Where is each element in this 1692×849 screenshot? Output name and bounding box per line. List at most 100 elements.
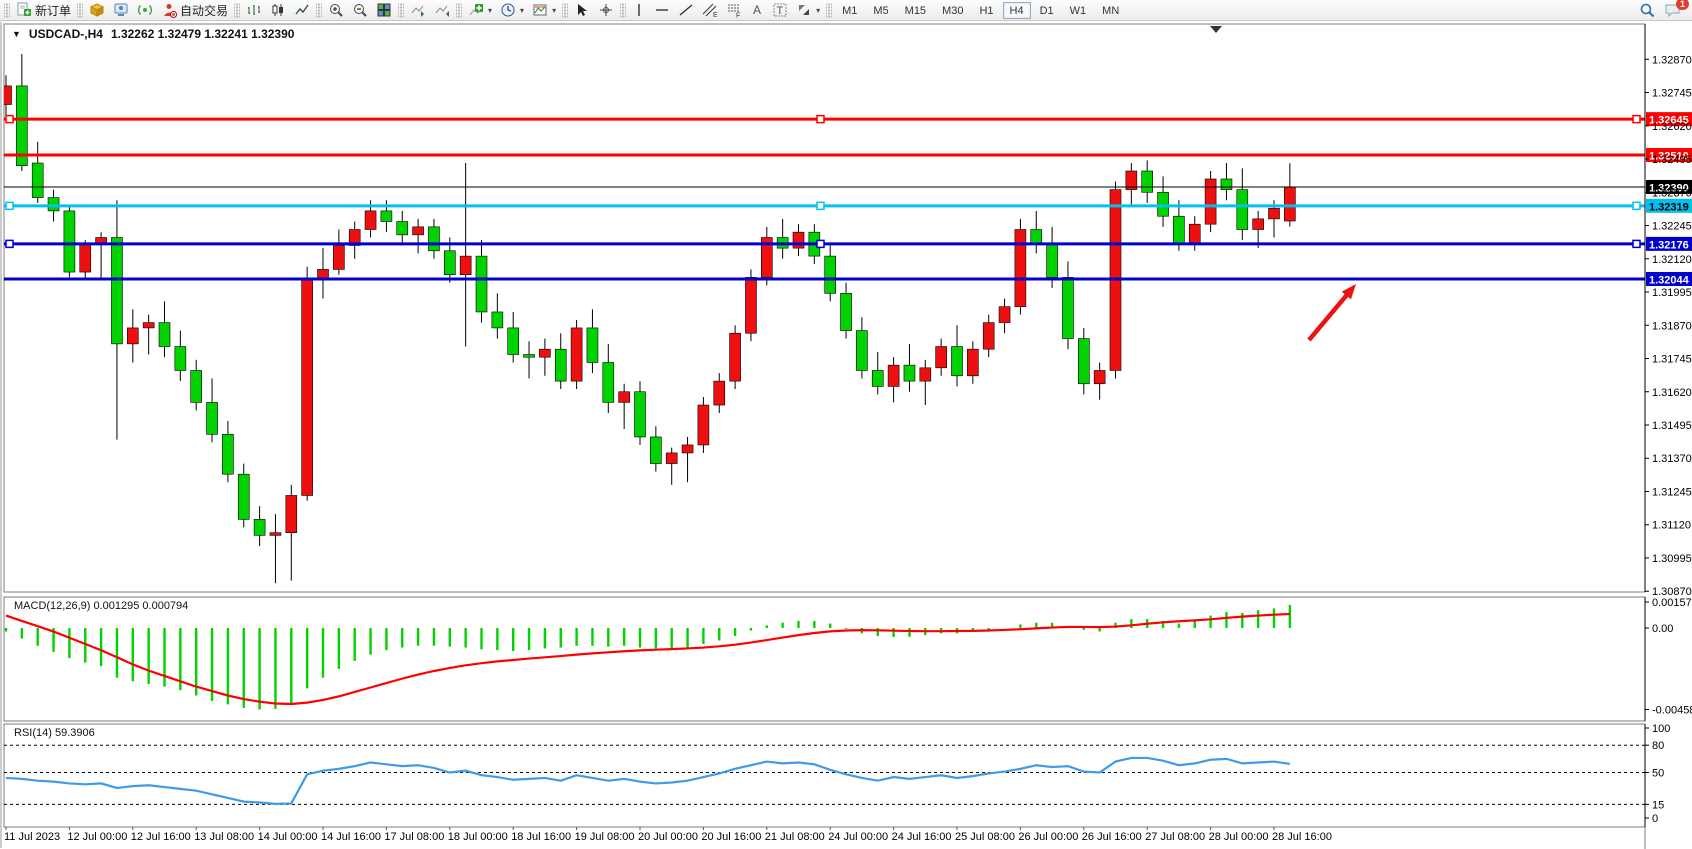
time-tick-label: 11 Jul 2023 [4, 831, 60, 843]
price-tag-label: 1.32319 [1649, 201, 1689, 213]
chart-shift-marker[interactable] [1210, 26, 1222, 33]
macd-signal-line [6, 614, 1290, 704]
chart-window[interactable]: 1.32645 1.32510 1.32390 1.32319 1.32176 1.320… [0, 22, 1692, 849]
horizontal-line-object[interactable]: 1.32044 [4, 272, 1692, 287]
indicators-icon [468, 2, 484, 18]
timeframe-d1-button[interactable]: D1 [1033, 2, 1061, 19]
terminal-button[interactable] [109, 1, 133, 20]
macd-tick-label: -0.004588 [1652, 704, 1692, 716]
line-handle[interactable] [817, 116, 824, 123]
candle-body [1189, 224, 1200, 243]
line-handle[interactable] [817, 202, 824, 209]
zoom-out-icon [352, 2, 368, 18]
chart-canvas[interactable]: 1.32645 1.32510 1.32390 1.32319 1.32176 1.320… [0, 22, 1692, 849]
timeframe-m1-button[interactable]: M1 [835, 2, 864, 19]
line-handle[interactable] [6, 116, 13, 123]
candle-body [32, 163, 43, 198]
horizontal-line-object[interactable]: 1.32645 [4, 112, 1692, 127]
time-tick-label: 20 Jul 16:00 [701, 831, 761, 843]
price-tick-label: 1.31620 [1652, 387, 1692, 399]
candle-body [1237, 190, 1248, 230]
time-tick-label: 20 Jul 00:00 [638, 831, 698, 843]
search-icon[interactable] [1639, 2, 1656, 19]
horizontal-line-object[interactable]: 1.32176 [4, 237, 1692, 252]
price-tick-label: 1.32370 [1652, 187, 1692, 199]
candle-body [714, 381, 725, 405]
bar-chart-icon [246, 2, 262, 18]
candle-body [635, 392, 646, 437]
trend-arrow-annotation[interactable] [1309, 284, 1356, 340]
price-tick-label: 1.31120 [1652, 520, 1691, 532]
candlestick-mode-button[interactable] [266, 1, 290, 20]
fibonacci-tool-button[interactable]: F [722, 1, 746, 20]
zoom-out-button[interactable] [348, 1, 372, 20]
candle-body [698, 405, 709, 445]
line-chart-mode-button[interactable] [290, 1, 314, 20]
ohlc-values: 1.32262 1.32479 1.32241 1.32390 [111, 27, 295, 41]
price-tick-label: 1.32620 [1652, 121, 1692, 133]
macd-indicator-label: MACD(12,26,9) 0.001295 0.000794 [14, 600, 188, 612]
autotrade-button[interactable]: 自动交易 [157, 1, 232, 20]
window-menu-icon[interactable]: ▼ [12, 29, 21, 39]
line-handle[interactable] [6, 240, 13, 247]
horizontal-line-object[interactable]: 1.32510 [4, 148, 1692, 163]
line-handle[interactable] [1633, 116, 1640, 123]
timeframe-m15-button[interactable]: M15 [898, 2, 933, 19]
timeframe-m30-button[interactable]: M30 [935, 2, 970, 19]
market-watch-button[interactable] [85, 1, 109, 20]
signal-button[interactable] [133, 1, 157, 20]
candle-body [983, 323, 994, 350]
tile-windows-button[interactable] [372, 1, 396, 20]
horizontal-line-object[interactable]: 1.32390 [4, 180, 1692, 195]
bar-chart-mode-button[interactable] [242, 1, 266, 20]
cursor-icon [574, 2, 590, 18]
svg-text:E: E [713, 12, 718, 18]
vertical-line-tool-button[interactable] [628, 1, 650, 20]
chart-shift-button[interactable] [430, 1, 454, 20]
rsi-indicator-label: RSI(14) 59.3906 [14, 727, 95, 739]
new-order-label: 新订单 [35, 2, 71, 19]
candle-body [111, 237, 122, 343]
arrows-tool-button[interactable]: ▾ [792, 1, 824, 20]
fibonacci-icon: F [726, 2, 742, 18]
macd-plot [6, 605, 1290, 710]
trendline-tool-button[interactable] [674, 1, 698, 20]
equidistant-channel-icon: E [702, 2, 718, 18]
candle-body [1142, 171, 1153, 192]
line-handle[interactable] [1633, 202, 1640, 209]
mt4-application: { "toolbar": { "new_order_label": "新订单",… [0, 0, 1692, 849]
auto-scroll-button[interactable] [406, 1, 430, 20]
timeframe-m5-button[interactable]: M5 [866, 2, 895, 19]
price-tag-label: 1.32044 [1649, 274, 1690, 286]
candle-body [508, 328, 519, 355]
indicators-caret-icon: ▾ [488, 6, 492, 15]
cursor-tool-button[interactable] [570, 1, 594, 20]
text-label-tool-button[interactable]: T [768, 1, 792, 20]
indicators-button[interactable]: ▾ [464, 1, 496, 20]
timeframe-mn-button[interactable]: MN [1095, 2, 1126, 19]
text-tool-button[interactable]: A [746, 1, 768, 20]
line-handle[interactable] [6, 202, 13, 209]
horizontal-line-tool-button[interactable] [650, 1, 674, 20]
time-tick-label: 13 Jul 08:00 [194, 831, 254, 843]
candle-body [302, 280, 313, 495]
chat-button[interactable]: 1 [1664, 2, 1682, 19]
line-handle[interactable] [817, 240, 824, 247]
zoom-in-button[interactable] [324, 1, 348, 20]
new-order-button[interactable]: 新订单 [12, 1, 75, 20]
periods-button[interactable]: ▾ [496, 1, 528, 20]
horizontal-line-icon [654, 2, 670, 18]
timeframe-w1-button[interactable]: W1 [1063, 2, 1094, 19]
templates-button[interactable]: ▾ [528, 1, 560, 20]
candle-body [1173, 216, 1184, 243]
crosshair-tool-button[interactable] [594, 1, 618, 20]
line-handle[interactable] [1633, 240, 1640, 247]
candle-body [936, 347, 947, 368]
channel-tool-button[interactable]: E [698, 1, 722, 20]
horizontal-line-object[interactable]: 1.32319 [4, 199, 1692, 214]
timeframe-h4-button[interactable]: H4 [1003, 2, 1031, 19]
timeframe-h1-button[interactable]: H1 [972, 2, 1000, 19]
arrows-icon [796, 2, 812, 18]
panel-border-1 [4, 597, 1645, 721]
rsi-line [6, 758, 1290, 804]
